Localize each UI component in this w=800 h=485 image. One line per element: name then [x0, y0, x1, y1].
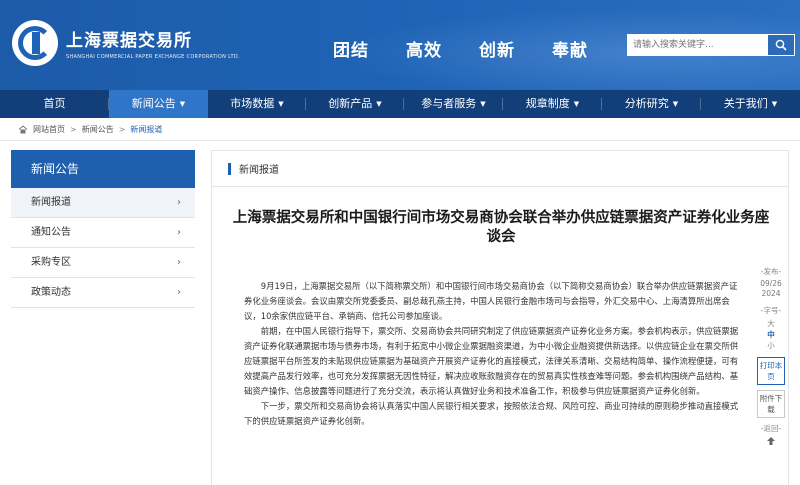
- sidebar-item-policy[interactable]: 政策动态 ›: [11, 278, 195, 308]
- section-marker: [228, 162, 231, 175]
- nav-item-label: 规章制度: [525, 97, 570, 110]
- nav-item-research[interactable]: 分析研究 ▼: [602, 90, 701, 118]
- caret-down-icon: ▼: [278, 100, 284, 108]
- nav-item-participant-services[interactable]: 参与者服务 ▼: [404, 90, 503, 118]
- slogan-3: 创新: [479, 41, 515, 61]
- publish-label: -发布-: [760, 267, 782, 276]
- attachment-download-button[interactable]: 附件下载: [757, 390, 785, 418]
- publish-date-day: 09/26: [760, 279, 782, 288]
- chevron-right-icon: ›: [177, 227, 181, 238]
- site-header: 上海票据交易所 SHANGHAI COMMERCIAL PAPER EXCHAN…: [0, 0, 800, 90]
- sidebar-item-label: 通知公告: [31, 227, 71, 238]
- logo-chinese-name: 上海票据交易所: [66, 31, 192, 51]
- chevron-right-icon: ›: [177, 197, 181, 208]
- sidebar-item-label: 新闻报道: [31, 197, 71, 208]
- breadcrumb-separator: >: [70, 125, 77, 134]
- nav-item-home[interactable]: 首页: [0, 90, 109, 118]
- section-label: 新闻报道: [239, 165, 279, 176]
- article-panel: 新闻报道 上海票据交易所和中国银行间市场交易商协会联合举办供应链票据资产证券化业…: [211, 150, 789, 485]
- slogan-2: 高效: [406, 41, 442, 61]
- logo-english-name: SHANGHAI COMMERCIAL PAPER EXCHANGE CORPO…: [66, 54, 240, 60]
- sidebar-item-label: 政策动态: [31, 287, 71, 298]
- sidebar-item-notices[interactable]: 通知公告 ›: [11, 218, 195, 248]
- nav-item-label: 首页: [43, 97, 66, 110]
- article-title: 上海票据交易所和中国银行间市场交易商协会联合举办供应链票据资产证券化业务座谈会: [232, 210, 770, 245]
- caret-down-icon: ▼: [376, 100, 382, 108]
- print-button[interactable]: 打印本页: [757, 357, 785, 385]
- slogan-bar: 团结 高效 创新 奉献: [333, 36, 625, 61]
- font-size-large[interactable]: 大: [757, 318, 785, 329]
- caret-down-icon: ▼: [672, 100, 679, 108]
- breadcrumb-home[interactable]: 网站首页: [33, 124, 65, 135]
- sidebar-item-procurement[interactable]: 采购专区 ›: [11, 248, 195, 278]
- font-size-medium[interactable]: 中: [757, 329, 785, 340]
- article-paragraph-3: 下一步，票交所和交易商协会将认真落实中国人民银行相关要求，按照依法合规、风险可控…: [244, 401, 739, 426]
- breadcrumb-separator: >: [118, 125, 126, 134]
- article-body: 9月19日，上海票据交易所（以下简称票交所）和中国银行间市场交易商协会（以下简称…: [244, 279, 739, 429]
- nav-item-products[interactable]: 创新产品 ▼: [306, 90, 404, 118]
- nav-item-regulations[interactable]: 规章制度 ▼: [503, 90, 602, 118]
- publish-date-year: 2024: [761, 289, 781, 298]
- nav-item-news[interactable]: 新闻公告 ▼: [109, 90, 208, 118]
- breadcrumb-news[interactable]: 新闻公告: [82, 124, 114, 135]
- caret-down-icon: ▼: [179, 100, 186, 108]
- caret-down-icon: ▼: [771, 100, 778, 108]
- slogan-1: 团结: [333, 41, 369, 61]
- search-box: [627, 34, 795, 56]
- nav-item-market-data[interactable]: 市场数据 ▼: [208, 90, 306, 118]
- logo-emblem-icon: [12, 20, 58, 66]
- nav-item-label: 创新产品: [328, 97, 373, 110]
- breadcrumb-divider: [0, 140, 800, 141]
- article-tools: -发布- 09/26 2024 -字号- 大 中 小 打印本页 附件下载 -返回…: [757, 266, 785, 448]
- site-logo[interactable]: 上海票据交易所 SHANGHAI COMMERCIAL PAPER EXCHAN…: [12, 20, 240, 66]
- sidebar: 新闻公告 新闻报道 › 通知公告 › 采购专区 › 政策动态 ›: [11, 150, 195, 308]
- sidebar-item-news-reports[interactable]: 新闻报道 ›: [11, 188, 195, 218]
- chevron-right-icon: ›: [177, 257, 181, 268]
- caret-down-icon: ▼: [573, 100, 580, 108]
- chevron-right-icon: ›: [177, 287, 181, 298]
- arrow-up-icon: [767, 437, 775, 445]
- publish-date: 09/26 2024: [757, 279, 785, 299]
- article-paragraph-1: 9月19日，上海票据交易所（以下简称票交所）和中国银行间市场交易商协会（以下简称…: [244, 281, 738, 321]
- nav-item-label: 市场数据: [230, 97, 275, 110]
- breadcrumb-current: 新闻报道: [130, 125, 163, 134]
- font-size-label: -字号-: [760, 306, 782, 315]
- search-icon: [775, 39, 787, 51]
- nav-item-label: 新闻公告: [131, 97, 176, 110]
- home-icon: [18, 125, 28, 134]
- back-to-top-button[interactable]: [757, 436, 785, 448]
- section-header: 新闻报道: [212, 151, 788, 187]
- search-input[interactable]: [627, 34, 767, 56]
- sidebar-title: 新闻公告: [11, 150, 195, 188]
- font-size-small[interactable]: 小: [757, 340, 785, 351]
- nav-item-about[interactable]: 关于我们 ▼: [701, 90, 800, 118]
- breadcrumb: 网站首页 > 新闻公告 > 新闻报道: [18, 124, 162, 135]
- back-label: -返回-: [760, 424, 782, 433]
- main-navigation: 首页 新闻公告 ▼ 市场数据 ▼ 创新产品 ▼ 参与者服务 ▼ 规章制度 ▼ 分析研究 ▼ …: [0, 90, 800, 118]
- nav-item-label: 分析研究: [624, 97, 669, 110]
- caret-down-icon: ▼: [480, 100, 486, 108]
- nav-item-label: 关于我们: [723, 97, 768, 110]
- article-paragraph-2: 前期，在中国人民银行指导下，票交所、交易商协会共同研究制定了供应链票据资产证券化…: [244, 326, 739, 396]
- slogan-4: 奉献: [552, 41, 588, 61]
- sidebar-item-label: 采购专区: [31, 257, 71, 268]
- nav-item-label: 参与者服务: [421, 97, 477, 110]
- search-button[interactable]: [767, 34, 795, 56]
